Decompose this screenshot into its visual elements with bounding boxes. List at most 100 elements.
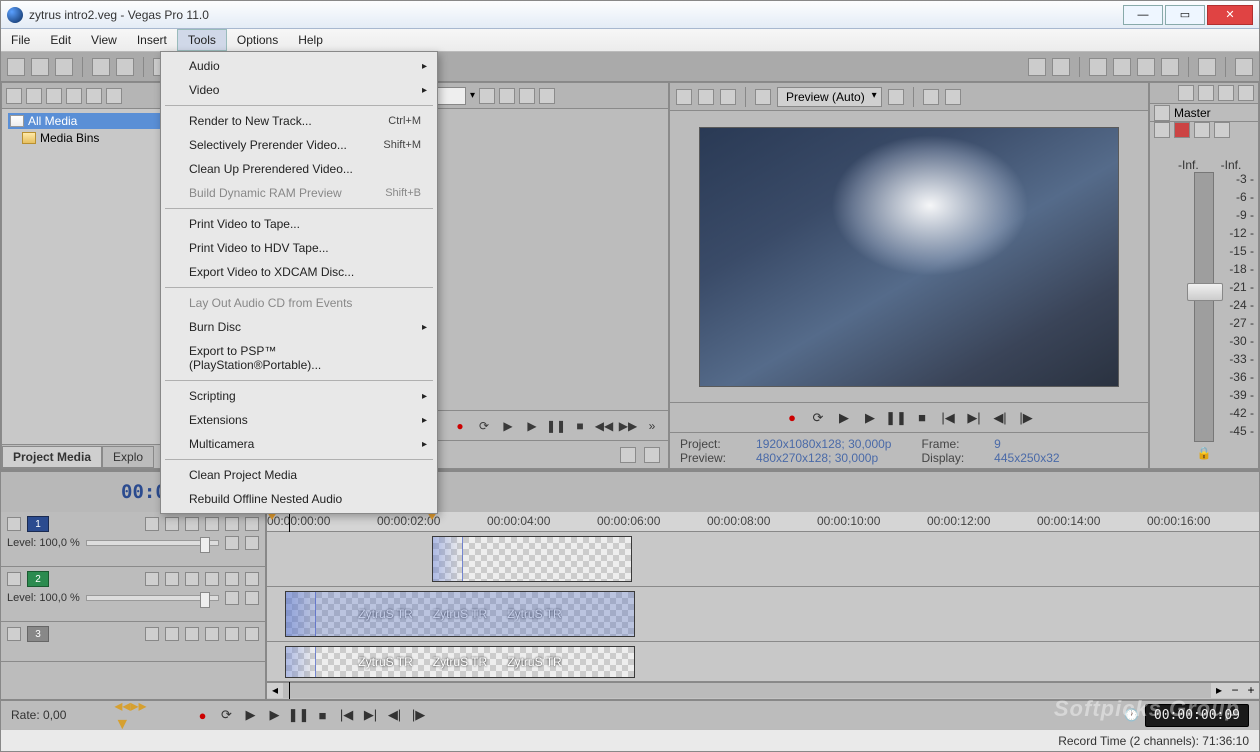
master-info-icon[interactable] bbox=[1214, 122, 1230, 138]
tool-select-icon[interactable] bbox=[1052, 58, 1070, 76]
track-slider-2[interactable] bbox=[86, 595, 219, 601]
master-h4-icon[interactable] bbox=[1238, 85, 1254, 101]
bt-next-icon[interactable]: |▶ bbox=[411, 707, 427, 723]
th3-b4[interactable] bbox=[205, 627, 219, 641]
tool-edit-icon[interactable] bbox=[1028, 58, 1046, 76]
mid-close-icon[interactable] bbox=[519, 88, 535, 104]
pv-prev-icon[interactable]: ◀| bbox=[992, 410, 1008, 426]
menu-cleanup-prerender[interactable]: Clean Up Prerendered Video... bbox=[163, 157, 435, 181]
prev-icon2[interactable] bbox=[698, 89, 714, 105]
th1-b3[interactable] bbox=[185, 517, 199, 531]
properties-icon[interactable] bbox=[116, 58, 134, 76]
th3-b1[interactable] bbox=[145, 627, 159, 641]
minimize-button[interactable]: — bbox=[1123, 5, 1163, 25]
menu-video[interactable]: Video▸ bbox=[163, 78, 435, 102]
master-solo-icon[interactable] bbox=[1174, 122, 1190, 138]
hscroll-right[interactable]: ▸ bbox=[1211, 683, 1227, 698]
bt-loop-icon[interactable]: ⟳ bbox=[219, 707, 235, 723]
mid-pause-icon[interactable]: ❚❚ bbox=[548, 418, 564, 434]
mid-record-icon[interactable]: ● bbox=[452, 418, 468, 434]
th2-b5[interactable] bbox=[225, 572, 239, 586]
th1-c2[interactable] bbox=[245, 536, 259, 550]
mid-monitor-icon[interactable] bbox=[539, 88, 555, 104]
menu-print-hdv[interactable]: Print Video to HDV Tape... bbox=[163, 236, 435, 260]
menu-insert[interactable]: Insert bbox=[127, 29, 177, 51]
mid-opt1-icon[interactable] bbox=[620, 447, 636, 463]
mid-prev-icon[interactable]: ◀◀ bbox=[596, 418, 612, 434]
tree-media-bins[interactable]: Media Bins bbox=[8, 129, 174, 147]
bt-record-icon[interactable]: ● bbox=[195, 707, 211, 723]
menu-view[interactable]: View bbox=[81, 29, 127, 51]
pv-pause-icon[interactable]: ❚❚ bbox=[888, 410, 904, 426]
maximize-button[interactable]: ▭ bbox=[1165, 5, 1205, 25]
mid-play-start-icon[interactable]: ▶ bbox=[500, 418, 516, 434]
pm-view-icon[interactable] bbox=[66, 88, 82, 104]
pm-more-icon[interactable] bbox=[106, 88, 122, 104]
menu-audio[interactable]: Audio▸ bbox=[163, 54, 435, 78]
pv-end-icon[interactable]: ▶| bbox=[966, 410, 982, 426]
menu-scripting[interactable]: Scripting▸ bbox=[163, 384, 435, 408]
track-slider-1[interactable] bbox=[86, 540, 219, 546]
tool-lock-icon[interactable] bbox=[1161, 58, 1179, 76]
tool-ripple-icon[interactable] bbox=[1113, 58, 1131, 76]
render-icon[interactable] bbox=[92, 58, 110, 76]
preview-quality-dropdown[interactable]: Preview (Auto) bbox=[777, 87, 882, 107]
prev-copy-icon[interactable] bbox=[923, 89, 939, 105]
th3-b3[interactable] bbox=[185, 627, 199, 641]
mid-stop-icon[interactable]: ■ bbox=[572, 418, 588, 434]
hscroll-left[interactable]: ◂ bbox=[267, 683, 283, 698]
th2-b1[interactable] bbox=[145, 572, 159, 586]
mid-fx-icon[interactable] bbox=[479, 88, 495, 104]
th2-c2[interactable] bbox=[245, 591, 259, 605]
menu-selectively-prerender[interactable]: Selectively Prerender Video...Shift+M bbox=[163, 133, 435, 157]
mid-opt2-icon[interactable] bbox=[644, 447, 660, 463]
menu-rebuild-nested[interactable]: Rebuild Offline Nested Audio bbox=[163, 487, 435, 511]
pm-star-icon[interactable] bbox=[46, 88, 62, 104]
th1-c1[interactable] bbox=[225, 536, 239, 550]
clip[interactable] bbox=[432, 536, 632, 582]
pm-refresh-icon[interactable] bbox=[6, 88, 22, 104]
master-fader[interactable] bbox=[1187, 283, 1223, 301]
pv-play-icon[interactable]: ▶ bbox=[862, 410, 878, 426]
bt-end-icon[interactable]: ▶| bbox=[363, 707, 379, 723]
master-h2-icon[interactable] bbox=[1198, 85, 1214, 101]
save-icon[interactable] bbox=[55, 58, 73, 76]
th1-b1[interactable] bbox=[145, 517, 159, 531]
pv-record-icon[interactable]: ● bbox=[784, 410, 800, 426]
prev-save-icon[interactable] bbox=[945, 89, 961, 105]
menu-export-xdcam[interactable]: Export Video to XDCAM Disc... bbox=[163, 260, 435, 284]
bt-pause-icon[interactable]: ❚❚ bbox=[291, 707, 307, 723]
th2-b4[interactable] bbox=[205, 572, 219, 586]
th3-b2[interactable] bbox=[165, 627, 179, 641]
menu-clean-project[interactable]: Clean Project Media bbox=[163, 463, 435, 487]
pv-loop-icon[interactable]: ⟳ bbox=[810, 410, 826, 426]
tab-explorer[interactable]: Explo bbox=[102, 446, 154, 468]
bt-stop-icon[interactable]: ■ bbox=[315, 707, 331, 723]
menu-export-psp[interactable]: Export to PSP™ (PlayStation®Portable)... bbox=[163, 339, 435, 377]
mid-bolt-icon[interactable] bbox=[499, 88, 515, 104]
menu-extensions[interactable]: Extensions▸ bbox=[163, 408, 435, 432]
mid-more-icon[interactable]: » bbox=[644, 418, 660, 434]
zoom-in-icon[interactable]: + bbox=[1243, 683, 1259, 698]
bt-start-icon[interactable]: |◀ bbox=[339, 707, 355, 723]
pv-stop-icon[interactable]: ■ bbox=[914, 410, 930, 426]
track-lane-2[interactable]: ZytruS TR ZytruS TR ZytruS TR bbox=[267, 587, 1259, 642]
clip[interactable]: ZytruS TR ZytruS TR ZytruS TR bbox=[285, 646, 635, 678]
track-lane-3[interactable]: ZytruS TR ZytruS TR ZytruS TR bbox=[267, 642, 1259, 682]
th2-icon[interactable] bbox=[7, 572, 21, 586]
master-io-icon[interactable] bbox=[1154, 105, 1170, 121]
th2-b3[interactable] bbox=[185, 572, 199, 586]
timeline-tracks[interactable]: 00:00:00:00 00:00:02:00 00:00:04:00 00:0… bbox=[267, 512, 1259, 699]
mid-play-icon[interactable]: ▶ bbox=[524, 418, 540, 434]
timeline-ruler[interactable]: 00:00:00:00 00:00:02:00 00:00:04:00 00:0… bbox=[267, 512, 1259, 532]
th1-icon[interactable] bbox=[7, 517, 21, 531]
menu-file[interactable]: File bbox=[1, 29, 40, 51]
mid-next-icon[interactable]: ▶▶ bbox=[620, 418, 636, 434]
menu-tools[interactable]: Tools bbox=[177, 29, 227, 51]
menu-multicamera[interactable]: Multicamera▸ bbox=[163, 432, 435, 456]
zoom-out-icon[interactable]: − bbox=[1227, 683, 1243, 698]
menu-edit[interactable]: Edit bbox=[40, 29, 81, 51]
tool-snap-icon[interactable] bbox=[1089, 58, 1107, 76]
th2-c1[interactable] bbox=[225, 591, 239, 605]
prev-icon1[interactable] bbox=[676, 89, 692, 105]
